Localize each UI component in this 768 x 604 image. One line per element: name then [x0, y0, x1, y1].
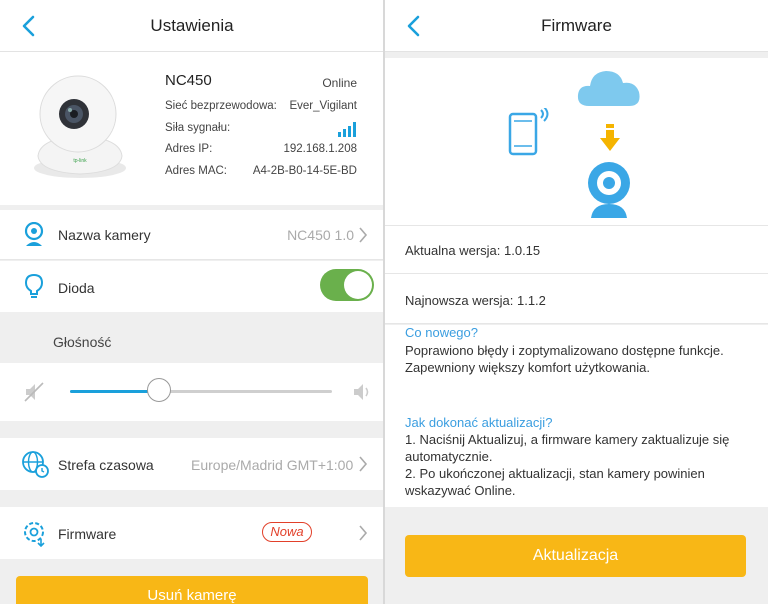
whats-new-text: Poprawiono błędy i zoptymalizowano dostę…: [405, 343, 724, 375]
firmware-illustration: [385, 58, 768, 226]
mute-icon[interactable]: [22, 380, 46, 404]
new-firmware-badge: Nowa: [262, 522, 312, 542]
camera-status: Online: [322, 76, 357, 90]
phone-icon: [508, 108, 549, 156]
whats-new-title: Co nowego?: [405, 325, 478, 340]
howto-step-2: 2. Po ukończonej aktualizacji, stan kame…: [405, 466, 705, 498]
volume-slider-thumb[interactable]: [147, 378, 172, 402]
remove-camera-button[interactable]: Usuń kamerę: [16, 576, 368, 604]
chevron-right-icon: [359, 525, 368, 541]
camera-icon: [24, 222, 44, 246]
toggle-knob: [344, 271, 372, 299]
volume-slider-fill: [70, 390, 160, 393]
camera-name-value: NC450 1.0: [287, 227, 354, 243]
led-label: Dioda: [58, 280, 95, 296]
timezone-value: Europe/Madrid GMT+1:00: [191, 457, 354, 473]
speaker-icon[interactable]: [352, 383, 374, 401]
camera-brand-mark: tp-link: [73, 158, 87, 164]
wifi-network-value: Ever_Vigilant: [289, 100, 357, 112]
settings-header: Ustawienia: [0, 0, 384, 52]
chevron-right-icon: [359, 227, 368, 243]
firmware-label: Firmware: [58, 526, 117, 542]
mac-address-value: A4-2B-B0-14-5E-BD: [252, 165, 357, 177]
signal-strength-label: Siła sygnału:: [165, 122, 231, 134]
update-button[interactable]: Aktualizacja: [405, 535, 746, 577]
globe-clock-icon: [22, 451, 49, 478]
camera-name-label: Nazwa kamery: [58, 227, 151, 243]
gear-icon: [24, 522, 45, 547]
howto-title: Jak dokonać aktualizacji?: [405, 415, 553, 430]
camera-image: tp-link: [34, 75, 126, 178]
firmware-screen: Firmware Aktualna wersja: 1.0.15 Najnows…: [385, 0, 768, 604]
volume-slider-track[interactable]: [70, 390, 332, 393]
bulb-icon: [25, 274, 43, 298]
wifi-network-label: Sieć bezprzewodowa:: [165, 100, 277, 112]
download-arrow-icon: [600, 124, 620, 151]
camera-icon: [588, 162, 630, 218]
ip-address-label: Adres IP:: [165, 143, 213, 155]
firmware-row[interactable]: Firmware: [0, 507, 384, 559]
volume-label: Głośność: [53, 334, 112, 350]
firmware-header: Firmware: [385, 0, 768, 52]
settings-screen: Ustawienia tp-link NC450 Online Sieć bez…: [0, 0, 384, 604]
timezone-label: Strefa czasowa: [58, 457, 154, 473]
current-version: Aktualna wersja: 1.0.15: [405, 243, 541, 258]
ip-address-value: 192.168.1.208: [283, 143, 357, 155]
current-version-row: Aktualna wersja: 1.0.15: [385, 226, 768, 274]
timezone-row[interactable]: Strefa czasowa Europe/Madrid GMT+1:00: [0, 438, 384, 490]
latest-version-row: Najnowsza wersja: 1.1.2: [385, 274, 768, 324]
latest-version: Najnowsza wersja: 1.1.2: [405, 293, 546, 308]
led-toggle[interactable]: [320, 269, 374, 301]
mac-address-label: Adres MAC:: [165, 165, 227, 177]
release-notes: Co nowego? Poprawiono błędy i zoptymaliz…: [385, 325, 768, 507]
chevron-right-icon: [359, 456, 368, 472]
camera-name-row[interactable]: Nazwa kamery NC450 1.0: [0, 210, 384, 260]
page-title: Ustawienia: [150, 16, 234, 35]
camera-model: NC450: [165, 72, 212, 89]
signal-icon: [338, 122, 356, 137]
camera-info-card: tp-link NC450 Online Sieć bezprzewodowa:…: [0, 52, 384, 205]
page-title: Firmware: [541, 16, 612, 35]
howto-step-1: 1. Naciśnij Aktualizuj, a firmware kamer…: [405, 432, 730, 464]
led-row: Dioda: [0, 261, 384, 312]
cloud-icon: [577, 71, 640, 106]
